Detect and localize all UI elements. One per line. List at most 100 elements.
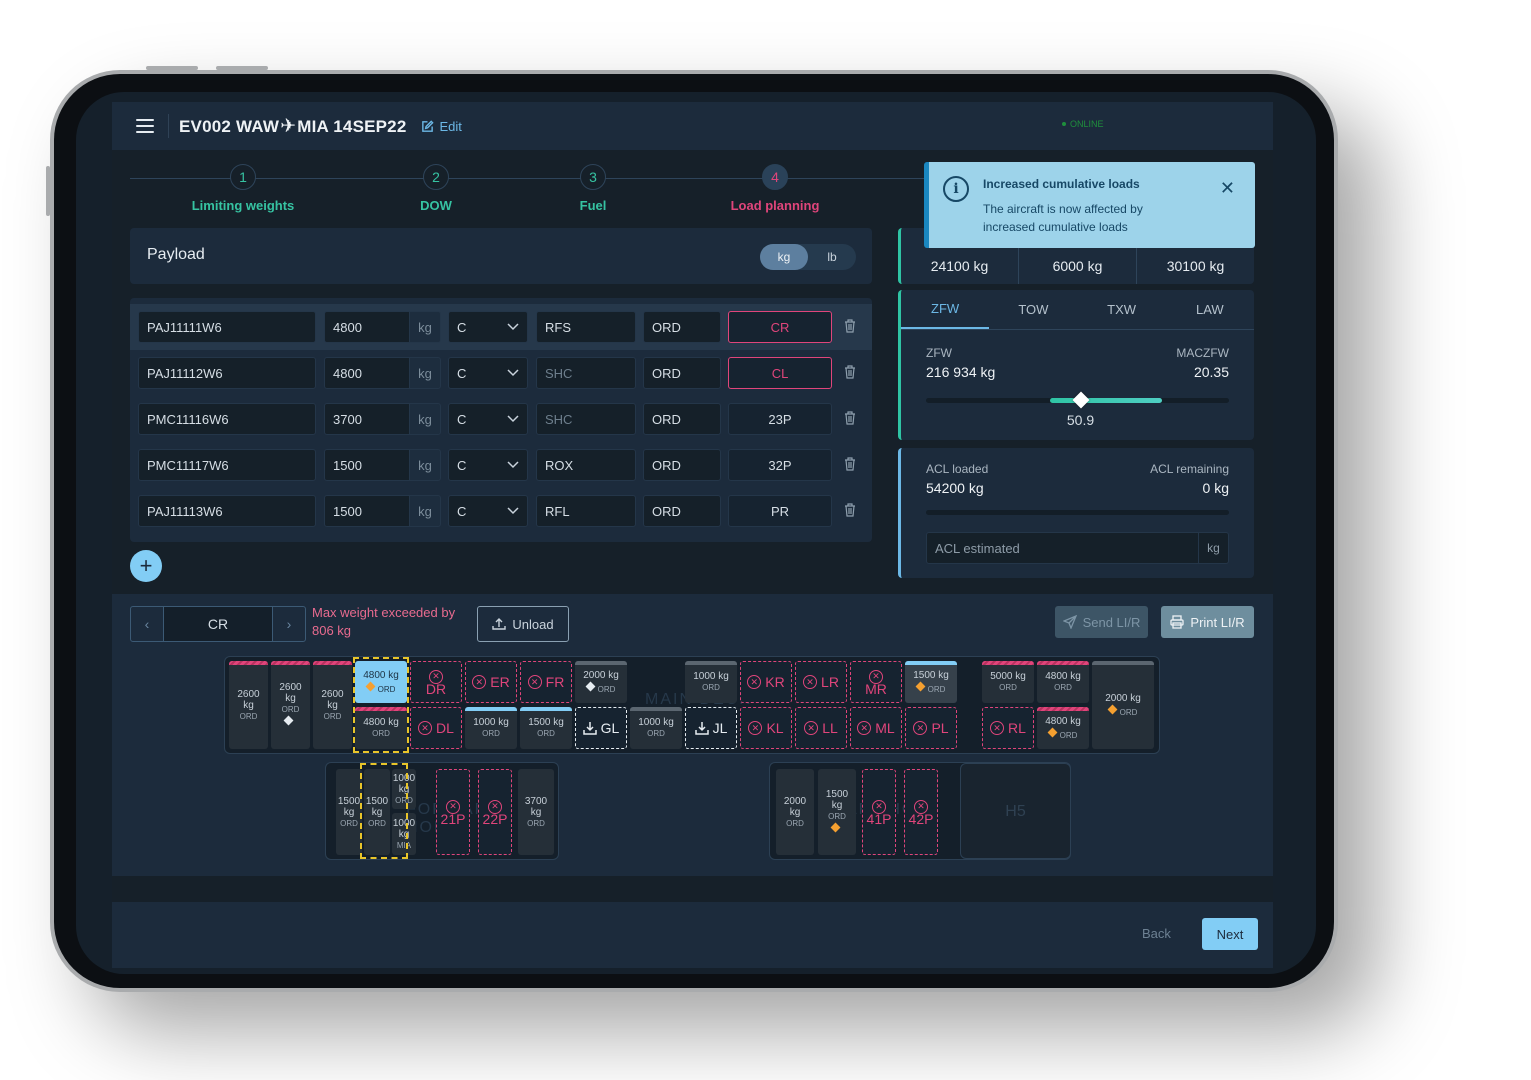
weight-field[interactable]: 4800 (324, 311, 410, 343)
position-ml[interactable]: ✕ ML (850, 707, 902, 749)
position-gl[interactable]: GL (575, 707, 627, 749)
position-field[interactable]: CR (728, 311, 832, 343)
position-qr[interactable]: 5000 kg ORD (982, 661, 1034, 703)
position-23p[interactable]: 3700 kg ORD (518, 769, 554, 855)
shc-field[interactable]: SHC (536, 403, 636, 435)
position-field[interactable]: CL (728, 357, 832, 389)
position-er[interactable]: ✕ ER (465, 661, 517, 703)
position-42p[interactable]: ✕ 42P (904, 769, 938, 855)
shc-field[interactable]: RFS (536, 311, 636, 343)
position-sl[interactable]: 4800 kg ORD (1037, 707, 1089, 749)
uld-id-field[interactable]: PMC11116W6 (138, 403, 316, 435)
bulk-hold-h5[interactable]: H5 (960, 763, 1071, 859)
category-select[interactable]: C (448, 311, 528, 343)
back-button[interactable]: Back (1142, 926, 1171, 941)
weight-field[interactable]: 1500 (324, 495, 410, 527)
send-lir-button[interactable]: Send LI/R (1055, 606, 1148, 638)
tab-tow[interactable]: TOW (989, 290, 1077, 329)
position-gr[interactable]: 2000 kg ORD (575, 661, 627, 703)
weight-field[interactable]: 3700 (324, 403, 410, 435)
position-ll[interactable]: ✕ LL (795, 707, 847, 749)
trash-icon[interactable] (844, 365, 858, 381)
trash-icon[interactable] (844, 457, 858, 473)
menu-icon[interactable] (136, 119, 154, 133)
position-rr[interactable]: 4800 kg ORD (1037, 661, 1089, 703)
position-12p[interactable]: 1500 kg ORD (364, 769, 390, 855)
destination-field[interactable]: ORD (643, 495, 721, 527)
shc-field[interactable]: RFL (536, 495, 636, 527)
position-a3[interactable]: 2600 kg ORD (313, 661, 352, 749)
position-41p[interactable]: ✕ 41P (862, 769, 896, 855)
position-field[interactable]: 32P (728, 449, 832, 481)
unload-button[interactable]: Unload (477, 606, 569, 642)
step-fuel[interactable]: 3 Fuel (523, 164, 663, 213)
position-22p[interactable]: ✕ 22P (478, 769, 512, 855)
unit-lb[interactable]: lb (808, 244, 856, 270)
position-cl[interactable]: 4800 kg ORD (355, 707, 407, 749)
payload-row[interactable]: PAJ11112W6 4800 kg C SHC ORD CL (130, 350, 872, 396)
trash-icon[interactable] (844, 411, 858, 427)
position-field[interactable]: 23P (728, 403, 832, 435)
position-pr[interactable]: 1500 kg ORD (905, 661, 957, 703)
position-pl[interactable]: ✕ PL (905, 707, 957, 749)
destination-field[interactable]: ORD (643, 449, 721, 481)
weight-field[interactable]: 4800 (324, 357, 410, 389)
shc-field[interactable]: SHC (536, 357, 636, 389)
payload-row[interactable]: PAJ11111W6 4800 kg C RFS ORD CR (130, 304, 872, 350)
position-el[interactable]: 1000 kg ORD (465, 707, 517, 749)
destination-field[interactable]: ORD (643, 311, 721, 343)
position-fr[interactable]: ✕ FR (520, 661, 572, 703)
payload-row[interactable]: PMC11116W6 3700 kg C SHC ORD 23P (130, 396, 872, 442)
uld-id-field[interactable]: PAJ11112W6 (138, 357, 316, 389)
uld-id-field[interactable]: PAJ11113W6 (138, 495, 316, 527)
tab-zfw[interactable]: ZFW (901, 290, 990, 329)
position-field[interactable]: PR (728, 495, 832, 527)
destination-field[interactable]: ORD (643, 357, 721, 389)
next-button[interactable]: Next (1202, 918, 1258, 950)
uld-id-field[interactable]: PMC11117W6 (138, 449, 316, 481)
position-a2[interactable]: 2600 kg ORD (271, 661, 310, 749)
position-31p[interactable]: 2000 kg ORD (776, 769, 814, 855)
position-jl[interactable]: JL (685, 707, 737, 749)
print-lir-button[interactable]: Print LI/R (1161, 606, 1254, 638)
position-21p[interactable]: ✕ 21P (436, 769, 470, 855)
position-13l[interactable]: 1000 kg ORD (392, 769, 416, 809)
position-rl[interactable]: ✕ RL (982, 707, 1034, 749)
acl-estimated-field[interactable]: ACL estimated kg (926, 532, 1229, 564)
next-position-button[interactable]: › (273, 607, 305, 641)
position-cr[interactable]: 4800 kg ORD (355, 661, 407, 703)
trash-icon[interactable] (844, 319, 858, 335)
weight-field[interactable]: 1500 (324, 449, 410, 481)
position-t[interactable]: 2000 kg ORD (1092, 661, 1154, 749)
tab-txw[interactable]: TXW (1078, 290, 1166, 329)
cg-indicator[interactable] (1072, 391, 1090, 409)
position-mr[interactable]: ✕ MR (850, 661, 902, 703)
position-32p[interactable]: 1500 kg ORD (818, 769, 856, 855)
payload-row[interactable]: PAJ11113W6 1500 kg C RFL ORD PR (130, 488, 872, 534)
position-dr[interactable]: ✕ DR (410, 661, 462, 703)
category-select[interactable]: C (448, 495, 528, 527)
close-icon[interactable]: ✕ (1220, 178, 1235, 199)
position-kl[interactable]: ✕ KL (740, 707, 792, 749)
destination-field[interactable]: ORD (643, 403, 721, 435)
tab-law[interactable]: LAW (1166, 290, 1254, 329)
position-fl[interactable]: 1500 kg ORD (520, 707, 572, 749)
shc-field[interactable]: ROX (536, 449, 636, 481)
trash-icon[interactable] (844, 503, 858, 519)
payload-row[interactable]: PMC11117W6 1500 kg C ROX ORD 32P (130, 442, 872, 488)
category-select[interactable]: C (448, 449, 528, 481)
category-select[interactable]: C (448, 403, 528, 435)
position-11p[interactable]: 1500 kg ORD (336, 769, 362, 855)
position-13r[interactable]: 1000 kg MIA (392, 813, 416, 855)
edit-button[interactable]: Edit (421, 119, 462, 134)
position-lr[interactable]: ✕ LR (795, 661, 847, 703)
position-dl[interactable]: ✕ DL (410, 707, 462, 749)
unit-kg[interactable]: kg (760, 244, 808, 270)
step-load-planning[interactable]: 4 Load planning (705, 164, 845, 213)
position-hl[interactable]: 1000 kg ORD (630, 707, 682, 749)
position-jr[interactable]: 1000 kg ORD (685, 661, 737, 703)
position-kr[interactable]: ✕ KR (740, 661, 792, 703)
uld-id-field[interactable]: PAJ11111W6 (138, 311, 316, 343)
add-uld-button[interactable]: + (130, 550, 162, 582)
position-a1[interactable]: 2600 kg ORD (229, 661, 268, 749)
